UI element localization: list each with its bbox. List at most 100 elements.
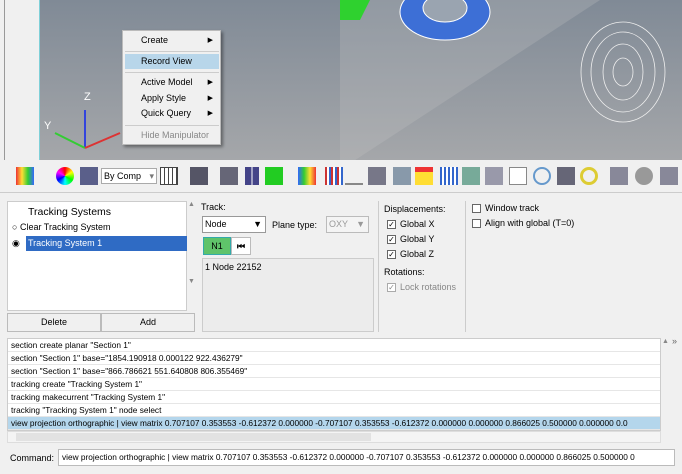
- menu-item-active-model[interactable]: Active Model ▶: [125, 75, 219, 90]
- command-label: Command:: [10, 453, 55, 463]
- radio-icon: ○: [12, 222, 18, 232]
- divider: [465, 201, 466, 332]
- checkbox-label: Align with global (T=0): [485, 218, 575, 228]
- deform-icon[interactable]: [393, 167, 411, 185]
- add-button[interactable]: Add: [101, 313, 195, 332]
- divider: [378, 201, 379, 332]
- menu-item-quick-query[interactable]: Quick Query ▶: [125, 106, 219, 121]
- hidden-line-icon[interactable]: [220, 167, 238, 185]
- history-line[interactable]: tracking "Tracking System 1" node select: [8, 404, 660, 417]
- menu-label: Quick Query: [141, 108, 192, 118]
- menu-item-hide-manipulator: Hide Manipulator: [125, 128, 219, 143]
- global-x-checkbox[interactable]: ✓ Global X: [387, 219, 435, 230]
- query-icon[interactable]: [533, 167, 551, 185]
- menu-label: Active Model: [141, 77, 193, 87]
- history-line-selected[interactable]: view projection orthographic | view matr…: [8, 417, 660, 430]
- history-line[interactable]: section "Section 1" base="1854.190918 0.…: [8, 352, 660, 365]
- context-menu: Create ▶ Record View Active Model ▶ Apply …: [122, 30, 221, 145]
- window-track-checkbox[interactable]: Window track: [472, 203, 540, 214]
- chevron-down-icon: ▼: [253, 219, 262, 229]
- command-input[interactable]: view projection orthographic | view matr…: [58, 449, 675, 466]
- color-wheel-icon[interactable]: [56, 167, 74, 185]
- align-global-checkbox[interactable]: Align with global (T=0): [472, 218, 575, 229]
- menu-label: Create: [141, 35, 169, 45]
- global-z-checkbox[interactable]: ✓ Global Z: [387, 249, 435, 260]
- plane-type-select: OXY ▼: [326, 216, 369, 233]
- wireframe-icon[interactable]: [160, 167, 178, 185]
- list-title: Tracking Systems: [28, 206, 112, 218]
- feature-icon[interactable]: [660, 167, 678, 185]
- menu-label: Apply Style: [141, 93, 187, 103]
- selection-box: 1 Node 22152: [202, 258, 374, 332]
- list-item-clear-tracking[interactable]: ○ Clear Tracking System: [12, 222, 110, 232]
- history-hscrollbar[interactable]: [7, 431, 661, 443]
- menu-separator: [125, 51, 219, 52]
- rotations-label: Rotations:: [384, 267, 425, 277]
- plane-type-label: Plane type:: [272, 220, 318, 230]
- vector-icon[interactable]: [440, 167, 458, 185]
- submenu-arrow-icon: ▶: [207, 37, 213, 44]
- tracking-icon[interactable]: [580, 167, 598, 185]
- shaded-icon[interactable]: [190, 167, 208, 185]
- submenu-arrow-icon: ▶: [207, 95, 213, 102]
- list-scrollbar[interactable]: ▲ ▼: [187, 201, 196, 311]
- track-label: Track:: [201, 202, 226, 212]
- list-item-tracking-system-1[interactable]: ◉ Tracking System 1: [11, 236, 187, 251]
- command-history: section create planar "Section 1" sectio…: [7, 338, 661, 431]
- history-line[interactable]: section create planar "Section 1": [8, 339, 660, 352]
- note-icon[interactable]: [635, 167, 653, 185]
- chevron-down-icon: ▾: [149, 171, 154, 181]
- plane-type-value: OXY: [329, 219, 349, 229]
- expand-icon[interactable]: »: [672, 336, 677, 346]
- menu-label: Hide Manipulator: [141, 130, 210, 140]
- checkbox-checked-icon: ✓: [387, 220, 396, 230]
- displacements-label: Displacements:: [384, 204, 446, 214]
- iso-icon[interactable]: [325, 167, 343, 185]
- item-label: Tracking System 1: [26, 236, 187, 251]
- n1-node-button[interactable]: N1: [203, 237, 231, 255]
- checkbox-label: Global Z: [400, 249, 435, 259]
- table-icon[interactable]: [509, 167, 527, 185]
- reset-icon[interactable]: ⏮: [231, 237, 251, 255]
- checkbox-checked-icon: ✓: [387, 235, 396, 245]
- menu-item-create[interactable]: Create ▶: [125, 33, 219, 48]
- history-line[interactable]: tracking create "Tracking System 1": [8, 378, 660, 391]
- component-color-icon[interactable]: [80, 167, 98, 185]
- history-line[interactable]: tracking makecurrent "Tracking System 1": [8, 391, 660, 404]
- tensor-icon[interactable]: [462, 167, 480, 185]
- history-vscrollbar[interactable]: ▲: [661, 338, 670, 431]
- track-value: Node: [205, 219, 227, 229]
- section-icon[interactable]: [345, 167, 363, 185]
- checkbox-label: Global Y: [400, 234, 435, 244]
- tracking-systems-list: Tracking Systems ○ Clear Tracking System…: [7, 201, 187, 311]
- menu-label: Record View: [141, 56, 192, 66]
- move-icon[interactable]: [557, 167, 575, 185]
- command-row: Command: view projection orthographic | …: [7, 449, 675, 466]
- legend-icon[interactable]: [298, 167, 316, 185]
- wireframe-part: [580, 21, 666, 123]
- checkbox-label: Lock rotations: [400, 282, 457, 292]
- submenu-arrow-icon: ▶: [207, 79, 213, 86]
- selection-text: 1 Node 22152: [205, 262, 262, 272]
- track-select[interactable]: Node ▼: [202, 216, 266, 233]
- cube-icon[interactable]: [368, 167, 386, 185]
- triad-z-label: Z: [84, 91, 91, 103]
- menu-item-apply-style[interactable]: Apply Style ▶: [125, 91, 219, 106]
- scroll-thumb[interactable]: [16, 433, 371, 441]
- menu-separator: [125, 72, 219, 73]
- color-mode-select[interactable]: By Comp ▾: [101, 168, 157, 184]
- antenna-icon[interactable]: [485, 167, 503, 185]
- trace-icon[interactable]: [610, 167, 628, 185]
- measure-icon[interactable]: [415, 167, 433, 185]
- menu-separator: [125, 125, 219, 126]
- global-y-checkbox[interactable]: ✓ Global Y: [387, 234, 435, 245]
- checkbox-label: Window track: [485, 203, 540, 213]
- display-toggle-icon[interactable]: [265, 167, 283, 185]
- delete-button[interactable]: Delete: [7, 313, 101, 332]
- history-line[interactable]: section "Section 1" base="866.786621 551…: [8, 365, 660, 378]
- menu-item-record-view[interactable]: Record View: [125, 54, 219, 69]
- triad-y-label: Y: [44, 120, 52, 132]
- mirror-icon[interactable]: [245, 167, 259, 185]
- checkbox-icon: [472, 204, 481, 214]
- contour-icon[interactable]: [16, 167, 34, 185]
